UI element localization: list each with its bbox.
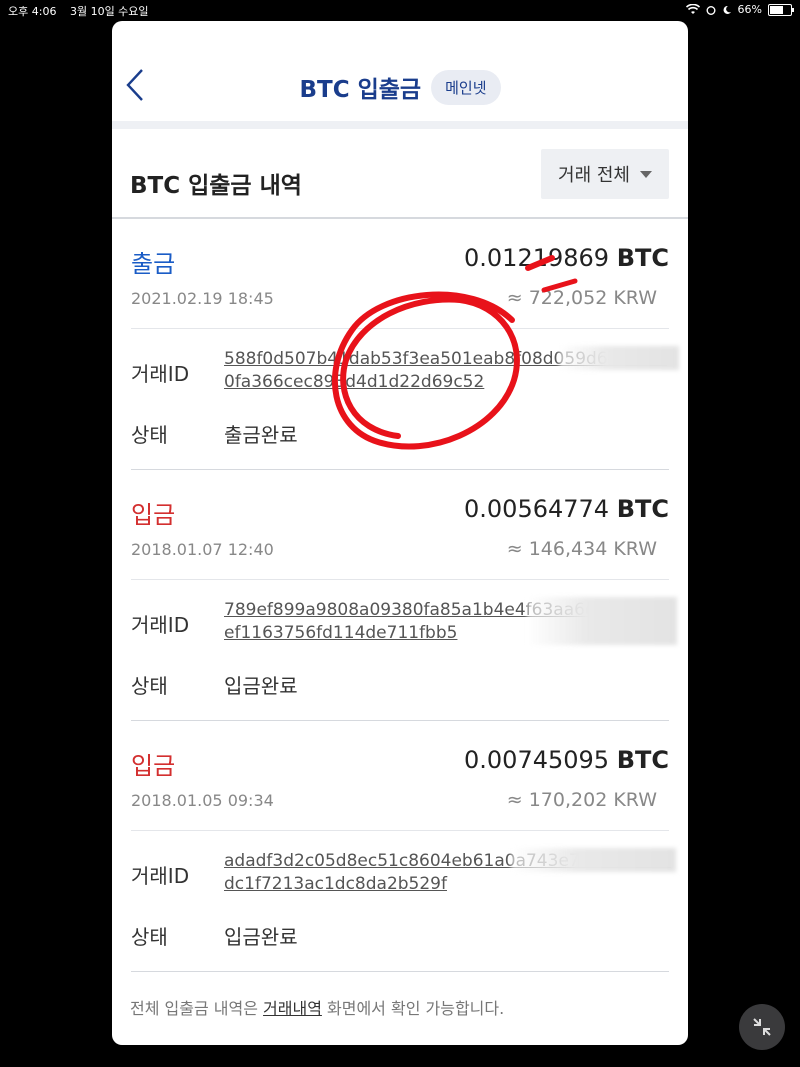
collapse-window-button[interactable] <box>739 1004 785 1050</box>
page-title: BTC 입출금 메인넷 <box>112 70 688 108</box>
transaction-date: 2018.01.05 09:34 <box>131 791 274 810</box>
txid-label: 거래ID <box>131 864 190 888</box>
transaction-filter-dropdown[interactable]: 거래 전체 <box>541 149 669 199</box>
transaction-type: 출금 <box>131 250 176 278</box>
transaction-amount: 0.01219869 BTC <box>464 244 669 272</box>
status-time: 오후 4:06 <box>8 5 57 18</box>
collapse-arrows-icon <box>753 1018 771 1036</box>
transaction-krw: ≈ 146,434 KRW <box>506 538 657 560</box>
transaction-item: 입금 0.00745095 BTC 2018.01.05 09:34 ≈ 170… <box>131 721 676 972</box>
filter-label: 거래 전체 <box>558 165 630 186</box>
transaction-amount: 0.00745095 BTC <box>464 746 669 774</box>
transaction-item: 출금 0.01219869 BTC 2021.02.19 18:45 ≈ 722… <box>131 219 679 470</box>
status-bar: 오후 4:06 3월 10일 수요일 66% <box>0 0 800 20</box>
transaction-amount: 0.00564774 BTC <box>464 495 669 523</box>
caret-down-icon <box>639 170 652 178</box>
history-header: BTC 입출금 내역 거래 전체 <box>112 129 688 219</box>
network-badge: 메인넷 <box>431 70 501 105</box>
footnote-suffix: 화면에서 확인 가능합니다. <box>321 999 505 1018</box>
battery-icon <box>768 3 794 16</box>
alarm-icon <box>706 5 716 15</box>
txid-label: 거래ID <box>131 613 190 637</box>
nav-bar: BTC 입출금 메인넷 <box>112 21 688 129</box>
redaction-blur <box>559 346 679 370</box>
history-footnote: 전체 입출금 내역은 거래내역 화면에서 확인 가능합니다. <box>130 995 504 1019</box>
transaction-krw: ≈ 170,202 KRW <box>506 789 657 811</box>
status-label: 상태 <box>131 423 168 447</box>
transaction-krw: ≈ 722,052 KRW <box>506 287 657 309</box>
amount-unit: BTC <box>616 495 669 523</box>
transaction-item: 입금 0.00564774 BTC 2018.01.07 12:40 ≈ 146… <box>131 470 677 721</box>
moon-icon <box>723 5 731 14</box>
amount-unit: BTC <box>616 244 669 272</box>
trade-history-link[interactable]: 거래내역 <box>263 999 322 1018</box>
status-value: 입금완료 <box>224 674 298 698</box>
transaction-type: 입금 <box>131 501 176 529</box>
amount-value: 0.00745095 <box>464 746 610 774</box>
divider <box>131 579 669 580</box>
status-label: 상태 <box>131 925 168 949</box>
transaction-date: 2018.01.07 12:40 <box>131 540 274 559</box>
status-value: 입금완료 <box>224 925 298 949</box>
page-title-text: BTC 입출금 <box>299 77 422 103</box>
redaction-blur <box>511 848 676 872</box>
wifi-icon <box>685 4 700 14</box>
transaction-date: 2021.02.19 18:45 <box>131 289 274 308</box>
divider <box>131 830 669 831</box>
battery-percent: 66% <box>737 3 762 16</box>
amount-unit: BTC <box>616 746 669 774</box>
amount-value: 0.01219869 <box>464 244 610 272</box>
app-window: BTC 입출금 메인넷 BTC 입출금 내역 거래 전체 출금 0.0121986… <box>112 21 688 1045</box>
history-title: BTC 입출금 내역 <box>130 173 302 199</box>
transaction-type: 입금 <box>131 752 176 780</box>
status-label: 상태 <box>131 674 168 698</box>
divider <box>131 328 669 329</box>
redaction-blur <box>527 597 677 645</box>
txid-label: 거래ID <box>131 362 190 386</box>
status-date: 3월 10일 수요일 <box>69 5 149 18</box>
amount-value: 0.00564774 <box>464 495 610 523</box>
status-value: 출금완료 <box>224 423 298 447</box>
footnote-prefix: 전체 입출금 내역은 <box>130 999 264 1018</box>
